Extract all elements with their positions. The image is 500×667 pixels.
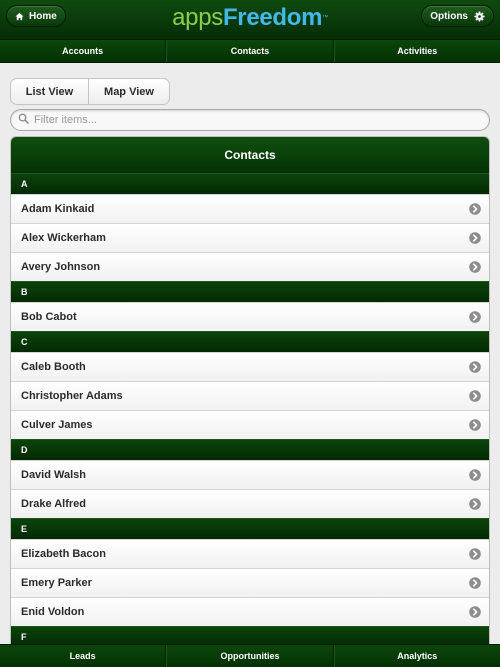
- list-item[interactable]: Elizabeth Bacon: [11, 539, 489, 568]
- list-title: Contacts: [11, 137, 489, 173]
- chevron-right-circle-icon: [469, 498, 481, 510]
- app-header: Home appsFreedom™ Options: [0, 0, 500, 40]
- chevron-right-circle-icon: [469, 261, 481, 273]
- contact-name: David Walsh: [21, 469, 86, 481]
- list-item[interactable]: Adam Kinkaid: [11, 194, 489, 223]
- contact-name: Culver James: [21, 419, 93, 431]
- list-divider-b: B: [11, 281, 489, 302]
- tab-activities[interactable]: Activities: [333, 40, 500, 62]
- chevron-right-circle-icon: [469, 203, 481, 215]
- list-divider-f: F: [11, 626, 489, 646]
- chevron-right-circle-icon: [469, 577, 481, 589]
- list-body: A Adam Kinkaid Alex Wickerham Avery Johnson…: [11, 173, 489, 646]
- list-divider-d: D: [11, 439, 489, 460]
- contact-name: Christopher Adams: [21, 390, 123, 402]
- contact-name: Elizabeth Bacon: [21, 548, 106, 560]
- filter-input[interactable]: [34, 114, 474, 126]
- top-nav: Accounts Contacts Activities: [0, 40, 500, 63]
- logo-trademark: ™: [322, 15, 328, 21]
- chevron-right-circle-icon: [469, 469, 481, 481]
- contact-name: Adam Kinkaid: [21, 203, 95, 215]
- chevron-right-circle-icon: [469, 361, 481, 373]
- list-item[interactable]: Bob Cabot: [11, 302, 489, 331]
- contact-name: Emery Parker: [21, 577, 92, 589]
- tab-opportunities[interactable]: Opportunities: [166, 645, 334, 667]
- list-divider-e: E: [11, 518, 489, 539]
- contact-name: Caleb Booth: [21, 361, 86, 373]
- contact-name: Bob Cabot: [21, 311, 77, 323]
- list-item[interactable]: Avery Johnson: [11, 252, 489, 281]
- chevron-right-circle-icon: [469, 606, 481, 618]
- options-button-label: Options: [430, 10, 468, 22]
- list-divider-a: A: [11, 173, 489, 194]
- list-item[interactable]: Emery Parker: [11, 568, 489, 597]
- chevron-right-circle-icon: [469, 311, 481, 323]
- tab-accounts[interactable]: Accounts: [0, 40, 167, 62]
- logo-apps: apps: [172, 4, 223, 31]
- contact-name: Drake Alfred: [21, 498, 87, 510]
- chevron-right-circle-icon: [469, 419, 481, 431]
- tab-analytics[interactable]: Analytics: [333, 645, 500, 667]
- bottom-nav: Leads Opportunities Analytics: [0, 644, 500, 667]
- chevron-right-circle-icon: [469, 390, 481, 402]
- list-item[interactable]: Drake Alfred: [11, 489, 489, 518]
- list-item[interactable]: David Walsh: [11, 460, 489, 489]
- view-toggle: List View Map View: [10, 78, 170, 105]
- contact-name: Alex Wickerham: [21, 232, 106, 244]
- list-item[interactable]: Enid Voldon: [11, 597, 489, 626]
- tab-leads[interactable]: Leads: [0, 645, 167, 667]
- filter-bar: [10, 109, 490, 131]
- tab-contacts[interactable]: Contacts: [166, 40, 334, 62]
- list-item[interactable]: Christopher Adams: [11, 381, 489, 410]
- list-item[interactable]: Culver James: [11, 410, 489, 439]
- options-button[interactable]: Options: [421, 5, 494, 27]
- logo-freedom: Freedom: [222, 4, 323, 31]
- search-icon: [18, 111, 29, 129]
- chevron-right-circle-icon: [469, 548, 481, 560]
- contact-name: Avery Johnson: [21, 261, 101, 273]
- list-divider-c: C: [11, 331, 489, 352]
- chevron-right-circle-icon: [469, 232, 481, 244]
- list-view-button[interactable]: List View: [11, 79, 89, 104]
- list-item[interactable]: Alex Wickerham: [11, 223, 489, 252]
- contacts-list: Contacts A Adam Kinkaid Alex Wickerham Aver…: [10, 136, 490, 646]
- list-item[interactable]: Caleb Booth: [11, 352, 489, 381]
- gear-icon: [474, 10, 485, 22]
- contact-name: Enid Voldon: [21, 606, 85, 618]
- map-view-button[interactable]: Map View: [89, 79, 169, 104]
